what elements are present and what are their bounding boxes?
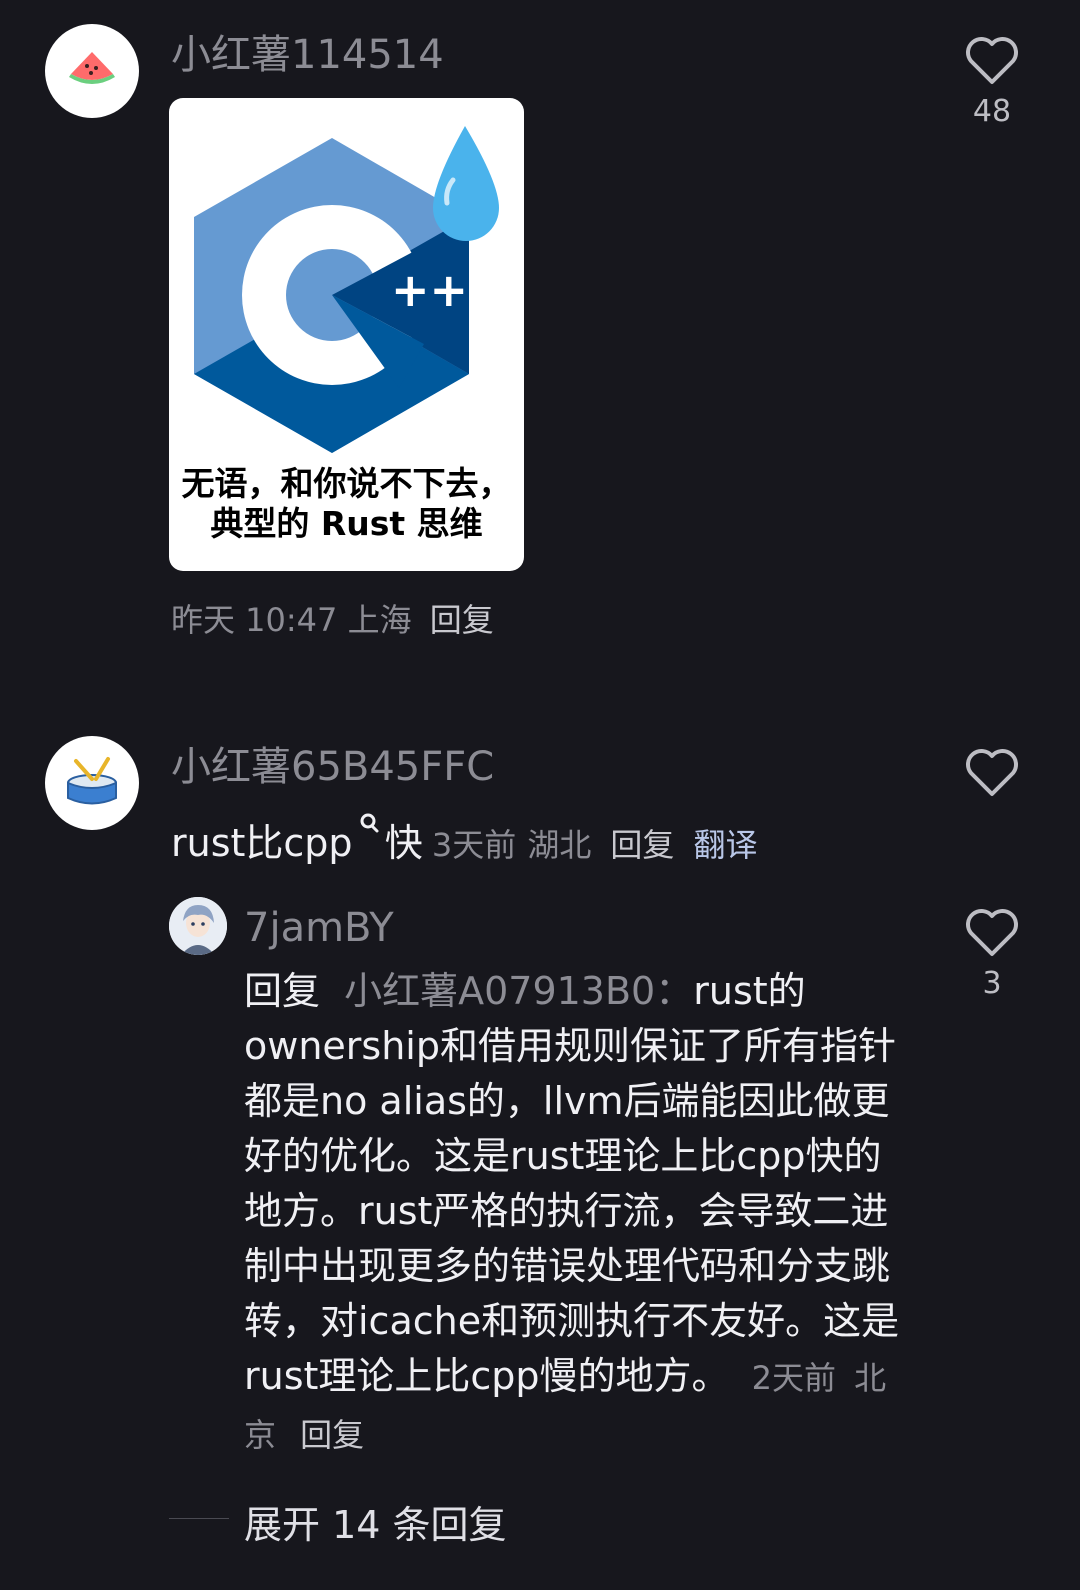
like-count: 48 <box>972 94 1012 129</box>
like-button[interactable]: 48 <box>952 34 1032 129</box>
reply-prefix: 回复 <box>244 969 321 1013</box>
like-count: 3 <box>982 966 1002 1001</box>
comment-location: 上海 <box>347 601 412 639</box>
reply-button[interactable]: 回复 <box>610 826 674 864</box>
comment-username[interactable]: 小红薯65B45FFC <box>171 743 494 791</box>
divider <box>169 1518 229 1519</box>
like-button[interactable] <box>952 746 1032 806</box>
watermelon-icon <box>69 52 115 84</box>
comment-text: 快 <box>384 821 423 865</box>
comment-time: 3天前 <box>431 826 517 864</box>
image-caption-line1: 无语，和你说不下去， <box>181 464 512 503</box>
avatar[interactable] <box>169 897 227 955</box>
heart-icon <box>966 749 1018 796</box>
like-button[interactable]: 3 <box>952 906 1032 1001</box>
anime-avatar-icon <box>169 897 227 955</box>
heart-icon <box>966 909 1018 956</box>
comment-text: rust比cpp <box>171 821 353 865</box>
image-caption-line2: 典型的 Rust 思维 <box>210 504 483 543</box>
comment-location: 湖北 <box>527 826 592 864</box>
avatar[interactable] <box>45 24 139 118</box>
translate-button[interactable]: 翻译 <box>694 826 758 864</box>
comment-username[interactable]: 小红薯114514 <box>171 31 444 79</box>
avatar[interactable] <box>45 736 139 830</box>
expand-replies-button[interactable]: 展开 14 条回复 <box>244 1494 507 1549</box>
comment-body: rust比cpp 快 3天前 湖北 回复 翻译 <box>171 812 758 871</box>
reply-content: rust的ownership和借用规则保证了所有指针都是no alias的，ll… <box>244 969 900 1398</box>
reply-username[interactable]: 7jamBY <box>244 904 394 952</box>
search-icon[interactable] <box>358 812 380 838</box>
comment-image[interactable]: ++ 无语，和你说不下去， 典型的 Rust 思维 <box>169 98 524 571</box>
reply-time: 2天前 <box>751 1359 837 1397</box>
logo-text: ++ <box>391 263 468 317</box>
comment-time: 昨天 10:47 <box>171 601 338 639</box>
drum-icon <box>67 757 117 805</box>
reply-text: 回复 小红薯A07913B0：rust的ownership和借用规则保证了所有指… <box>244 964 912 1463</box>
reply-button[interactable]: 回复 <box>300 1416 364 1454</box>
mention[interactable]: 小红薯A07913B0： <box>344 969 693 1013</box>
comment-meta: 昨天 10:47 上海 回复 <box>171 600 494 640</box>
reply-button[interactable]: 回复 <box>430 601 494 639</box>
cpp-logo-icon: ++ <box>194 126 499 453</box>
heart-icon <box>966 37 1018 84</box>
